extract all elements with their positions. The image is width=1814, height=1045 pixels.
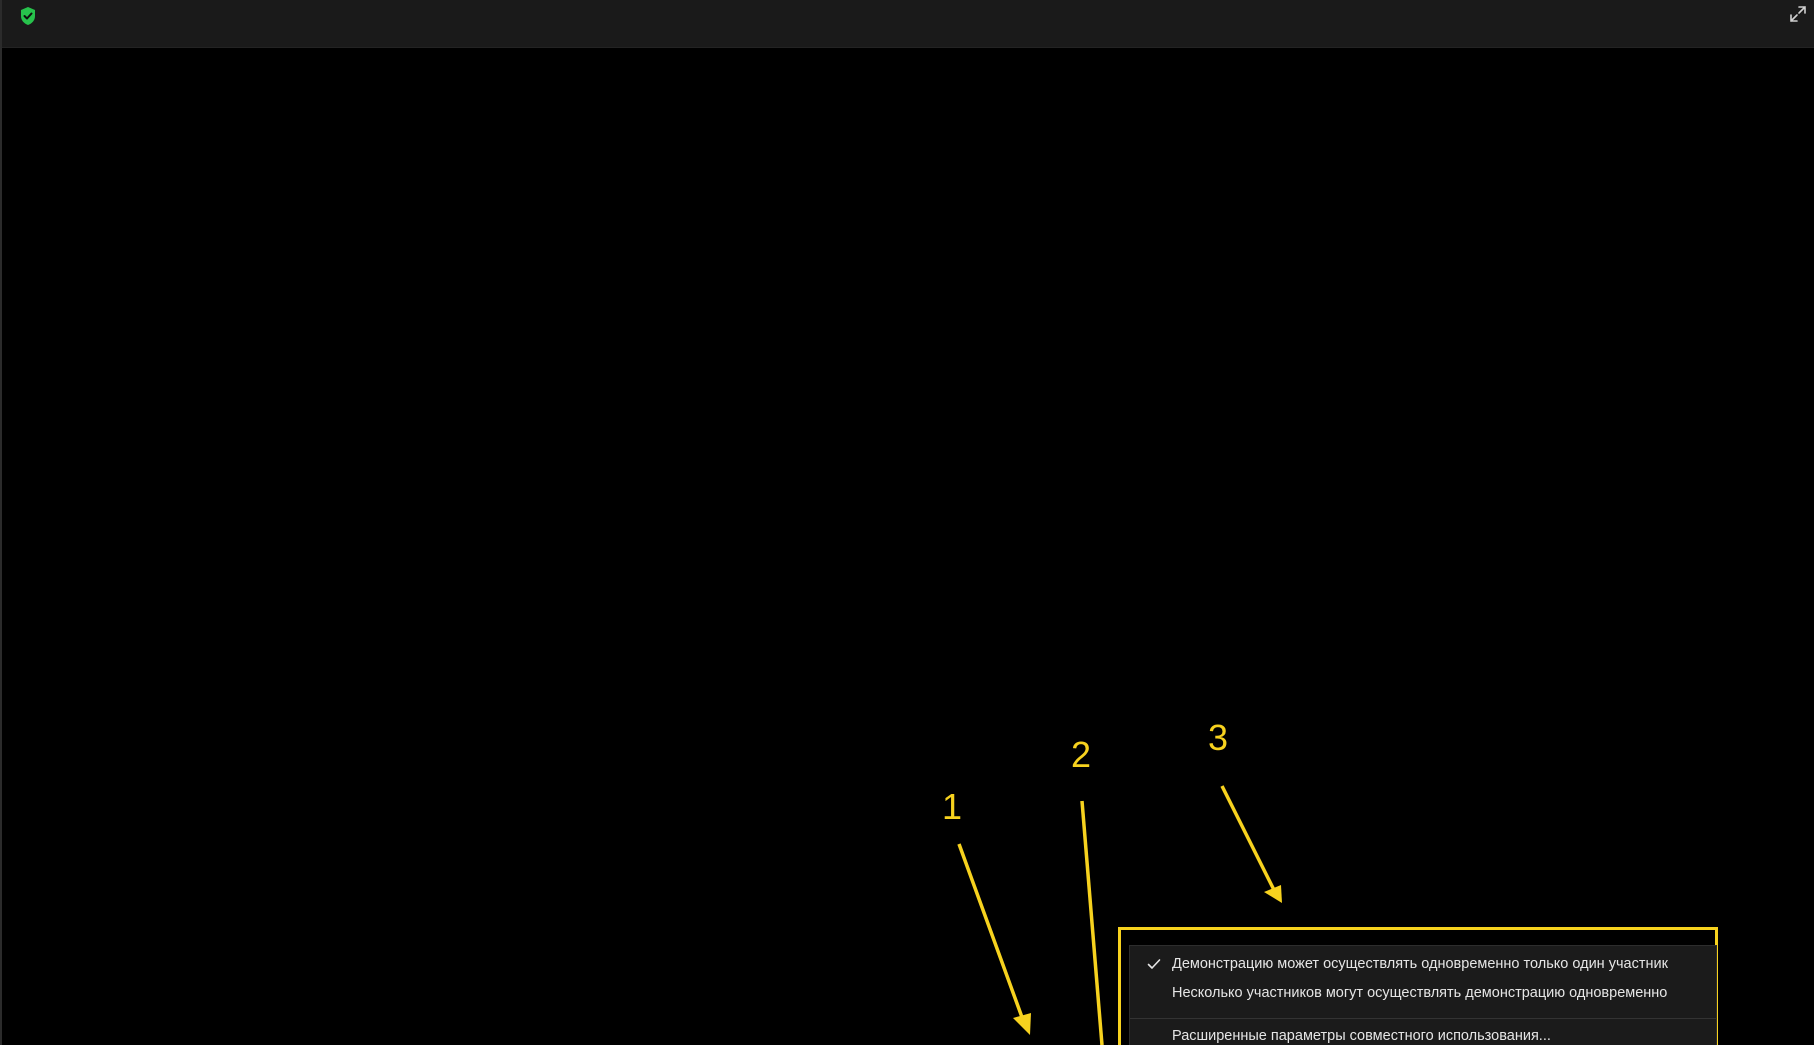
annotation-label-2: 2 bbox=[1071, 734, 1092, 775]
annotation-arrow-1 bbox=[957, 843, 1031, 1035]
annotation-label-3: 3 bbox=[1208, 717, 1229, 758]
annotation-label-1: 1 bbox=[942, 786, 963, 827]
window-left-border bbox=[0, 0, 2, 1045]
shield-check-icon[interactable] bbox=[19, 6, 37, 26]
checkmark-icon bbox=[1146, 958, 1162, 970]
menu-separator bbox=[1130, 1018, 1716, 1019]
expand-icon[interactable] bbox=[1788, 4, 1808, 24]
menu-item-label: Несколько участников могут осуществлять … bbox=[1172, 985, 1668, 1001]
highlight-frame: Демонстрацию может осуществлять одноврем… bbox=[1118, 927, 1718, 1045]
share-options-menu: Демонстрацию может осуществлять одноврем… bbox=[1129, 945, 1717, 1045]
annotation-arrow-3 bbox=[1220, 785, 1282, 903]
meeting-window: 1 2 3 Демонстрацию может осуществлять од… bbox=[0, 0, 1814, 1045]
menu-item-multi-share[interactable]: Несколько участников могут осуществлять … bbox=[1130, 979, 1716, 1007]
menu-item-single-share[interactable]: Демонстрацию может осуществлять одноврем… bbox=[1130, 950, 1716, 978]
annotation-arrows bbox=[957, 785, 1282, 1045]
top-bar bbox=[2, 0, 1814, 48]
menu-item-label: Расширенные параметры совместного исполь… bbox=[1172, 1028, 1551, 1044]
menu-item-advanced-sharing[interactable]: Расширенные параметры совместного исполь… bbox=[1130, 1022, 1716, 1045]
annotation-arrow-2 bbox=[1080, 800, 1104, 1045]
menu-item-label: Демонстрацию может осуществлять одноврем… bbox=[1172, 956, 1668, 972]
